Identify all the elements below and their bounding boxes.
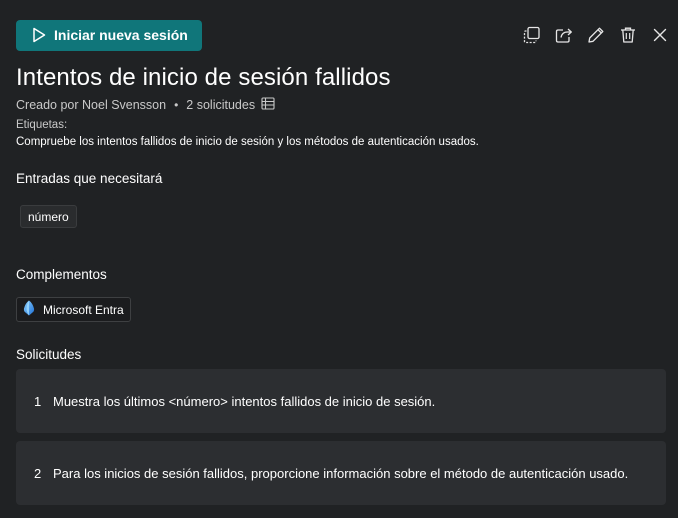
- prompt-number: 2: [34, 465, 42, 481]
- prompt-number: 1: [34, 393, 42, 409]
- edit-icon[interactable]: [586, 25, 606, 45]
- created-by-text: Creado por Noel Svensson: [16, 98, 167, 112]
- plugins-heading: Complementos: [16, 267, 107, 282]
- prompt-count-text: 2 solicitudes: [186, 98, 256, 112]
- prompt-text: Muestra los últimos <número> intentos fa…: [53, 393, 436, 409]
- tags-label: Etiquetas:: [16, 119, 68, 131]
- plugin-chip-label: Microsoft Entra: [43, 302, 124, 317]
- plugin-chip-microsoft-entra: Microsoft Entra: [16, 297, 131, 322]
- promptbook-description: Compruebe los intentos fallidos de inici…: [16, 136, 479, 148]
- input-chip-label: número: [28, 209, 69, 224]
- start-new-session-button[interactable]: Iniciar nueva sesión: [16, 19, 202, 51]
- page-title: Intentos de inicio de sesión fallidos: [16, 64, 391, 91]
- promptbook-meta: Creado por Noel Svensson • 2 solicitudes: [16, 97, 275, 113]
- prompt-item-1[interactable]: 1 Muestra los últimos <número> intentos …: [16, 369, 666, 433]
- header-bar: Iniciar nueva sesión: [16, 19, 667, 51]
- start-new-session-label: Iniciar nueva sesión: [54, 27, 188, 43]
- prompt-item-2[interactable]: 2 Para los inicios de sesión fallidos, p…: [16, 441, 666, 505]
- share-icon[interactable]: [554, 25, 574, 45]
- duplicate-icon[interactable]: [522, 25, 542, 45]
- inputs-heading: Entradas que necesitará: [16, 171, 163, 186]
- close-icon[interactable]: [650, 25, 670, 45]
- prompts-heading: Solicitudes: [16, 347, 82, 362]
- list-icon: [261, 97, 275, 113]
- toolbar: [522, 25, 670, 45]
- input-chip-number: número: [20, 205, 77, 228]
- play-icon: [32, 27, 46, 43]
- microsoft-entra-icon: [22, 300, 36, 319]
- separator-dot: •: [174, 98, 179, 112]
- delete-icon[interactable]: [618, 25, 638, 45]
- prompt-text: Para los inicios de sesión fallidos, pro…: [53, 465, 629, 481]
